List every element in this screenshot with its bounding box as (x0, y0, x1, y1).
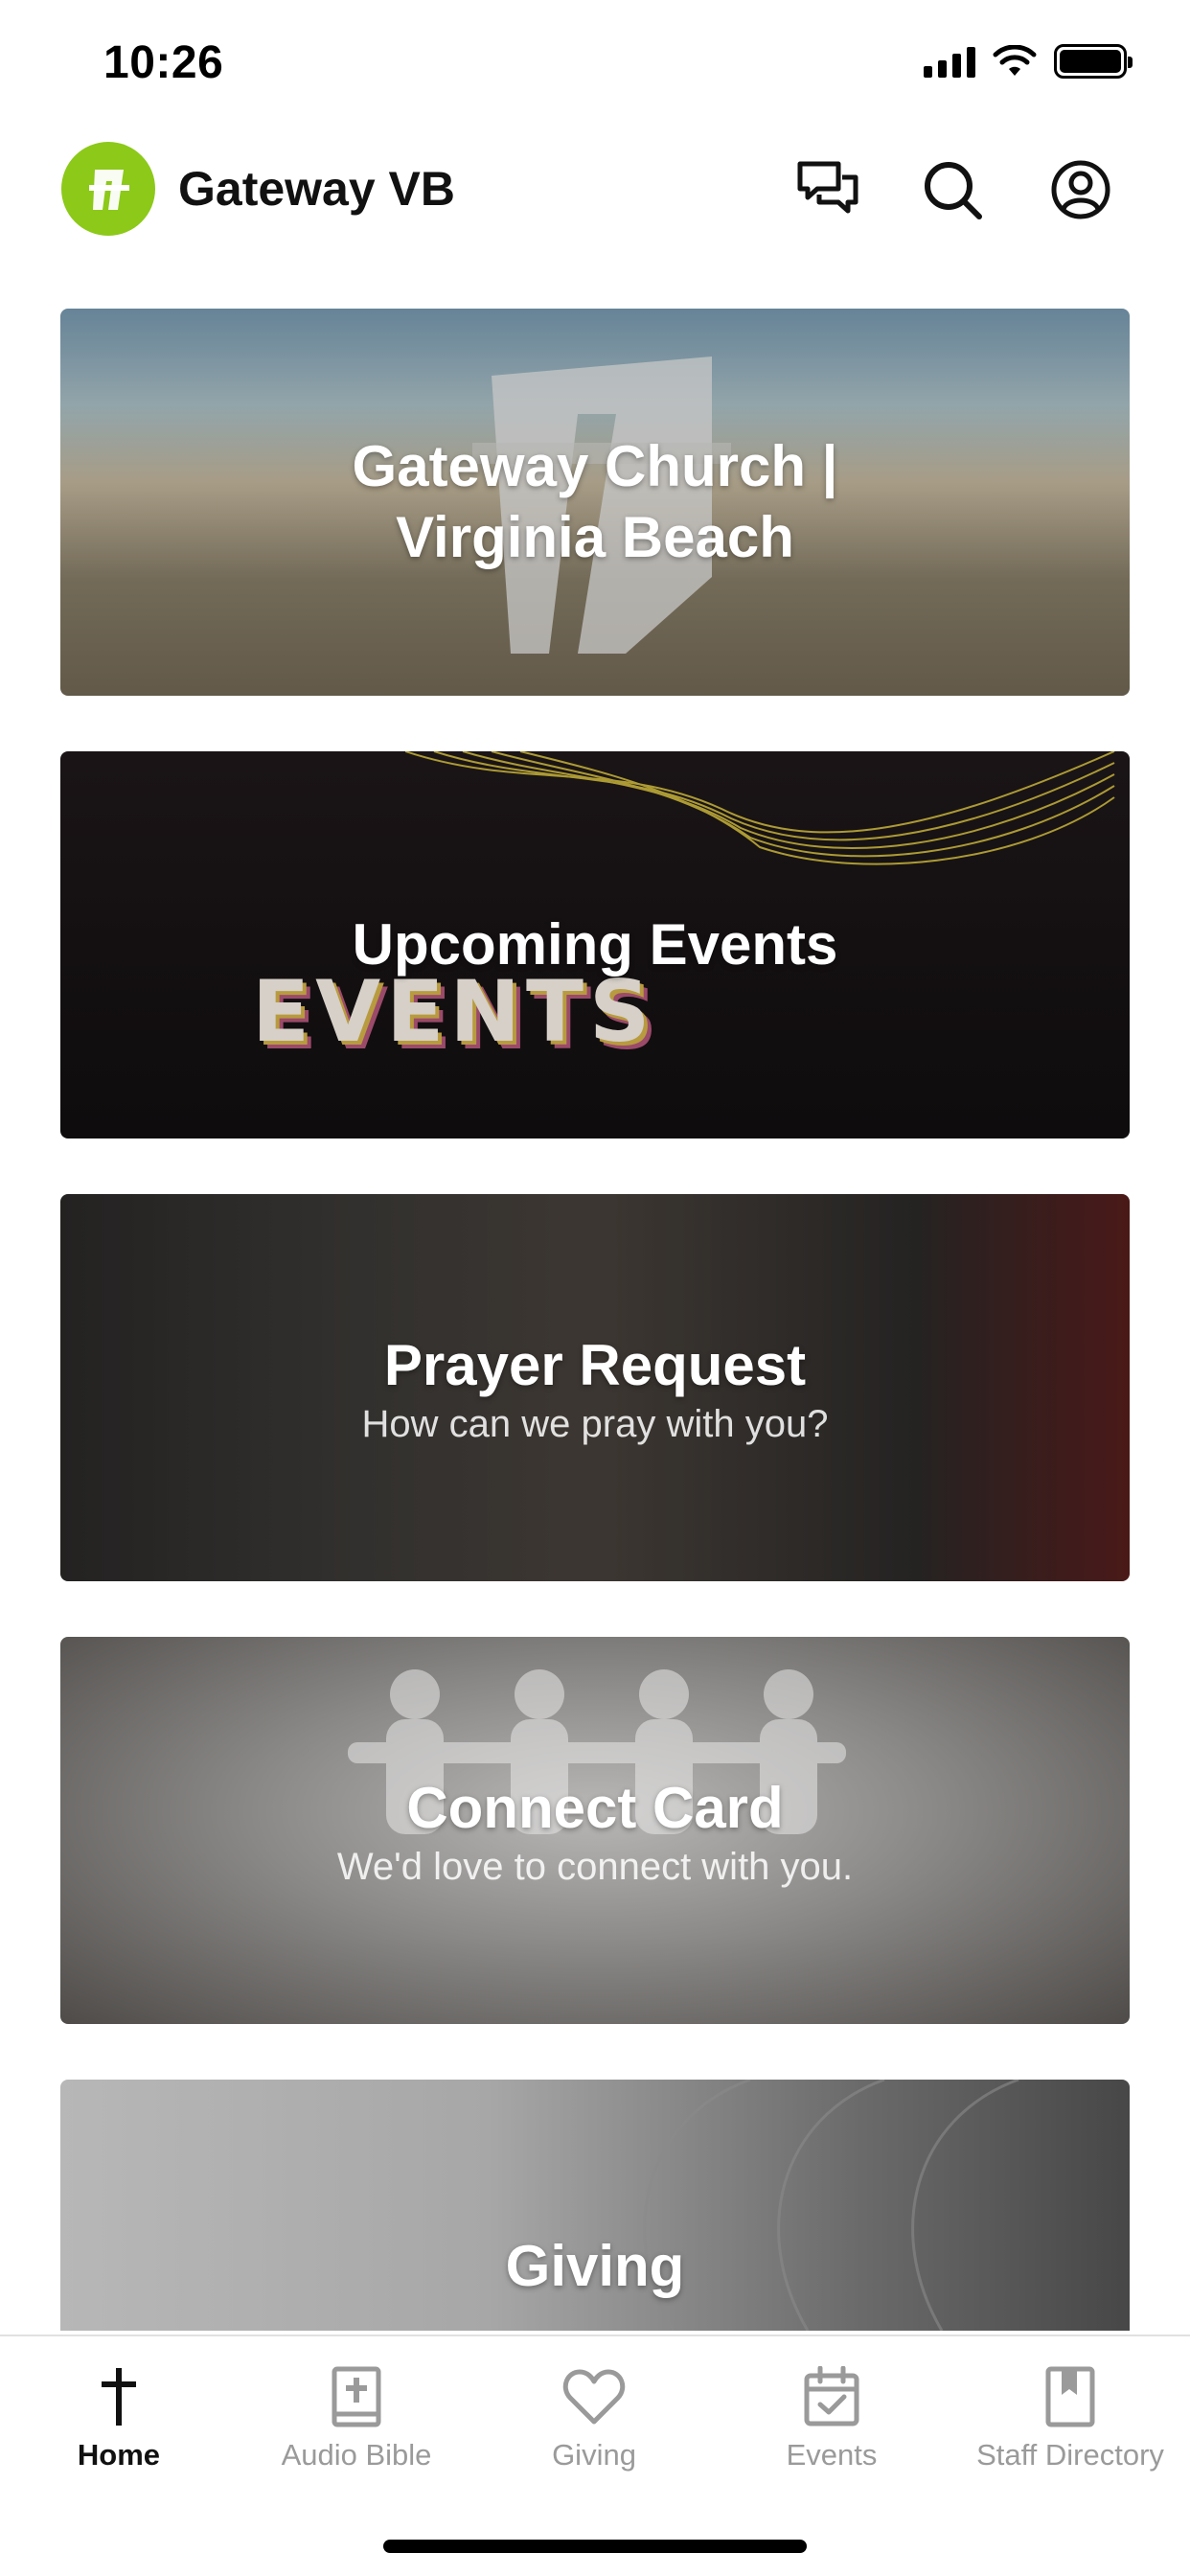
tab-audio-bible[interactable]: Audio Bible (238, 2336, 475, 2509)
search-button[interactable] (918, 155, 987, 224)
card-prayer-request[interactable]: Prayer Request How can we pray with you? (60, 1194, 1130, 1581)
tab-staff-directory[interactable]: Staff Directory (950, 2336, 1190, 2509)
battery-icon (1054, 44, 1133, 79)
card-title: Connect Card (406, 1775, 784, 1840)
profile-button[interactable] (1046, 155, 1115, 224)
card-title-line2: Virginia Beach (396, 505, 794, 569)
cellular-signal-icon (924, 45, 975, 78)
card-text: Gateway Church | Virginia Beach (60, 309, 1130, 696)
tab-events[interactable]: Events (713, 2336, 950, 2509)
app-title: Gateway VB (178, 162, 456, 216)
card-connect-card[interactable]: Connect Card We'd love to connect with y… (60, 1637, 1130, 2024)
bible-icon (332, 2366, 381, 2427)
card-text: Prayer Request How can we pray with you? (60, 1194, 1130, 1581)
home-cards-list: Gateway Church | Virginia Beach EVENTS U… (60, 309, 1130, 2331)
profile-icon (1051, 160, 1110, 219)
tab-label: Audio Bible (281, 2438, 432, 2472)
card-gateway-church[interactable]: Gateway Church | Virginia Beach (60, 309, 1130, 696)
tab-home[interactable]: Home (0, 2336, 238, 2509)
card-giving[interactable]: Giving (60, 2080, 1130, 2331)
wifi-icon (993, 45, 1037, 76)
bookmark-book-icon (1045, 2366, 1095, 2427)
card-text: Connect Card We'd love to connect with y… (60, 1637, 1130, 2024)
home-indicator[interactable] (383, 2540, 807, 2553)
chat-icon (797, 161, 858, 214)
tab-label: Events (786, 2438, 878, 2472)
heart-icon (562, 2369, 626, 2425)
card-subtitle: We'd love to connect with you. (336, 1845, 854, 1888)
tab-label: Giving (552, 2438, 636, 2472)
app-header: Gateway VB (0, 134, 1190, 245)
church-logo-icon[interactable] (61, 142, 155, 236)
search-icon (925, 162, 982, 219)
card-text: Upcoming Events (60, 751, 1130, 1138)
messages-button[interactable] (793, 155, 862, 224)
cross-icon (102, 2368, 136, 2426)
card-title: Prayer Request (383, 1332, 807, 1397)
status-icons (924, 44, 1133, 79)
tab-label: Staff Directory (976, 2438, 1164, 2472)
calendar-icon (804, 2366, 859, 2426)
card-title: Giving (505, 2234, 685, 2298)
card-text: Giving (60, 2080, 1130, 2331)
status-bar: 10:26 (0, 0, 1190, 125)
card-title: Upcoming Events (352, 912, 838, 977)
tab-label: Home (77, 2438, 161, 2472)
card-subtitle: How can we pray with you? (361, 1402, 829, 1445)
tab-giving[interactable]: Giving (475, 2336, 713, 2509)
status-time: 10:26 (103, 37, 224, 88)
card-title-line1: Gateway Church | (352, 434, 838, 498)
card-upcoming-events[interactable]: EVENTS Upcoming Events (60, 751, 1130, 1138)
